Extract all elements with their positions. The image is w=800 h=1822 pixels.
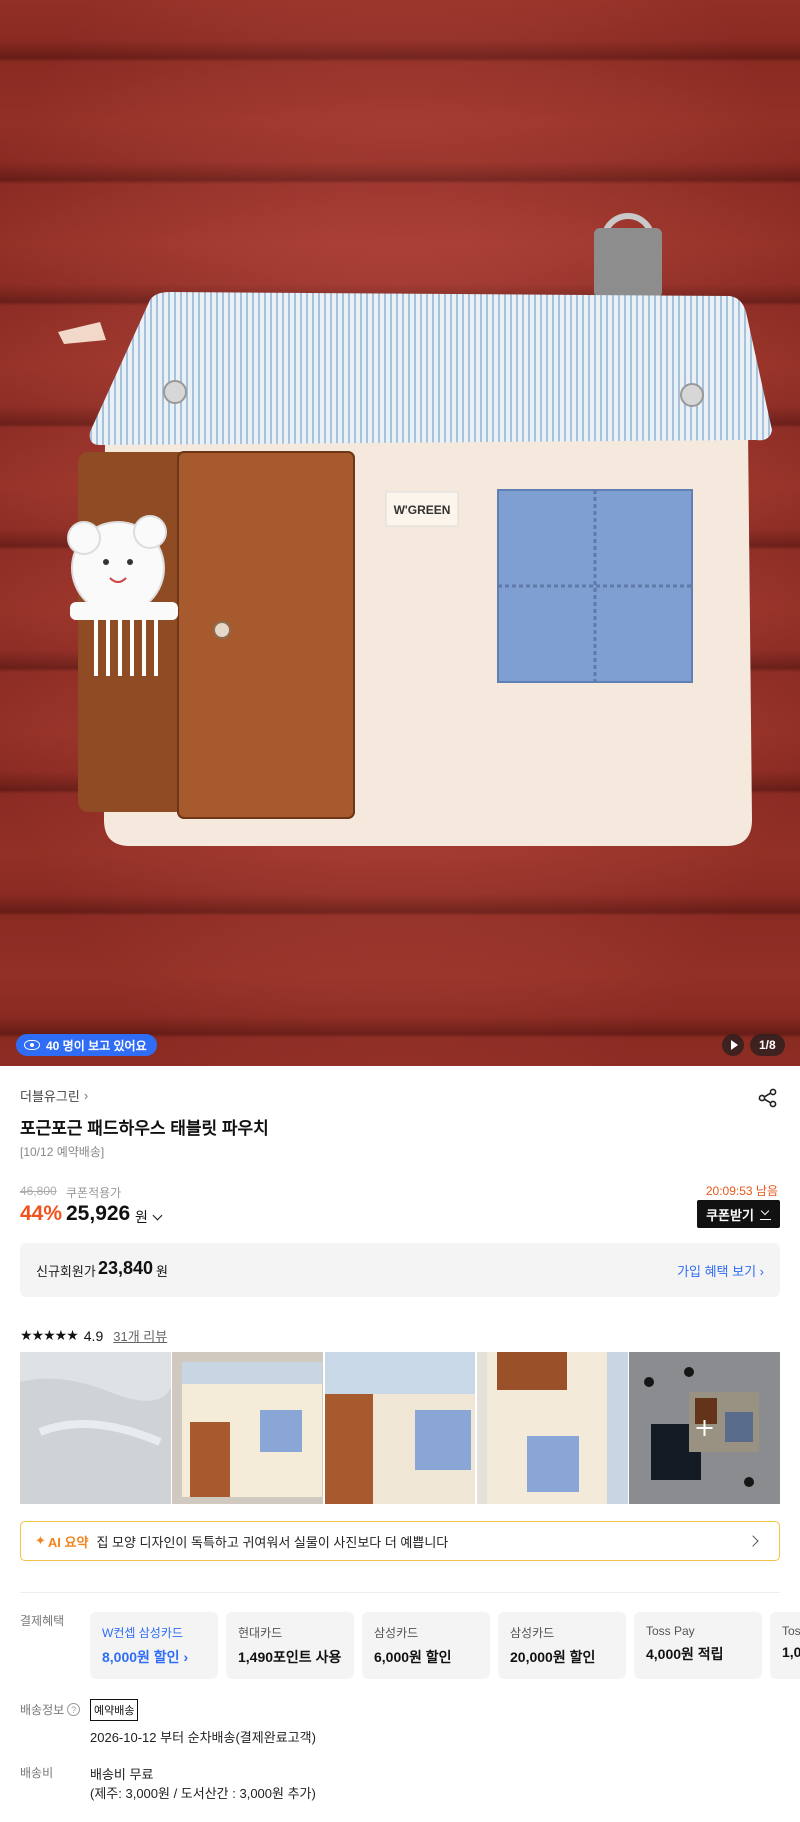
signup-benefits-link[interactable]: 가입 혜택 보기 › [677, 1261, 764, 1280]
review-photo[interactable] [172, 1352, 324, 1504]
brand-link[interactable]: 더블유그린 › [20, 1086, 88, 1105]
member-price-value: 23,840 [98, 1258, 154, 1278]
chevron-right-icon [747, 1535, 759, 1547]
discount-rate: 44% [20, 1202, 63, 1225]
play-slideshow-button[interactable] [722, 1034, 744, 1056]
currency-label: 원 [135, 1209, 148, 1225]
product-subtitle: [10/12 예약배송] [20, 1145, 105, 1159]
ai-summary-text: 집 모양 디자인이 독특하고 귀여워서 실물이 사진보다 더 예쁩니다 [96, 1534, 449, 1550]
preorder-badge: 예약배송 [90, 1699, 139, 1721]
coupon-button-label: 쿠폰받기 [706, 1207, 754, 1223]
card-benefit: 8,000원 할인 › [102, 1649, 189, 1665]
rating-row: ★★★★★ 4.9 31개 리뷰 [20, 1326, 167, 1345]
brand-name: 더블유그린 [20, 1089, 80, 1104]
viewers-badge: 40 명이 보고 있어요 [16, 1034, 157, 1056]
card-benefit: 4,000원 적립 [646, 1646, 724, 1662]
card-name: 삼성카드 [374, 1626, 419, 1640]
eye-icon [24, 1040, 40, 1050]
shipping-fee-extra: (제주: 3,000원 / 도서산간 : 3,000원 추가) [90, 1786, 316, 1801]
help-icon[interactable]: ? [67, 1703, 81, 1716]
original-price: 46,800 [20, 1184, 57, 1198]
coupon-price-note: 쿠폰적용가 [66, 1186, 122, 1200]
review-photo[interactable] [476, 1352, 628, 1504]
section-divider [20, 1592, 780, 1593]
shipping-fee-label: 배송비 [20, 1766, 54, 1780]
download-icon [759, 1208, 771, 1220]
card-benefit: 20,000원 할인 [510, 1649, 596, 1665]
final-price: 25,926 [66, 1202, 131, 1225]
price-detail-toggle[interactable]: 원 [135, 1207, 163, 1227]
member-currency: 원 [156, 1264, 168, 1279]
card-name: Toss Pay [646, 1624, 695, 1638]
review-photo[interactable] [20, 1352, 171, 1504]
card-name: 현대카드 [238, 1626, 283, 1640]
card-name: 삼성카드 [510, 1626, 555, 1640]
payment-card[interactable]: Toss 1,00 [770, 1612, 800, 1679]
viewers-text: 40 명이 보고 있어요 [46, 1038, 147, 1053]
ai-summary-label: AI 요약 [47, 1534, 89, 1550]
payment-card[interactable]: Toss Pay 4,000원 적립 [634, 1612, 762, 1679]
card-benefit: 6,000원 할인 [374, 1649, 452, 1665]
rating-value: 4.9 [83, 1327, 104, 1344]
review-photo-strip [20, 1352, 780, 1504]
new-member-price-box: 신규회원가 23,840 원 가입 혜택 보기 › [20, 1243, 780, 1297]
pouch-label-text: W'GREEN [394, 503, 451, 517]
chevron-down-icon [152, 1210, 163, 1220]
product-title: 포근포근 패드하우스 태블릿 파우치 [20, 1119, 269, 1138]
card-name: Toss [782, 1624, 800, 1638]
payment-card[interactable]: 삼성카드 20,000원 할인 [498, 1612, 626, 1679]
share-icon[interactable] [756, 1086, 780, 1110]
shipping-info-label: 배송정보 ? [20, 1701, 81, 1718]
review-photo[interactable] [324, 1352, 476, 1504]
countdown-timer: 20:09:53 남음 [705, 1184, 778, 1198]
payment-benefits-label: 결제혜택 [20, 1614, 65, 1628]
image-counter: 1/8 [750, 1034, 785, 1056]
coupon-download-button[interactable]: 쿠폰받기 [697, 1200, 780, 1228]
member-price-label: 신규회원가 [36, 1264, 96, 1279]
review-count-link[interactable]: 31개 리뷰 [113, 1326, 167, 1345]
chevron-right-icon: › [83, 1088, 89, 1103]
payment-card[interactable]: 삼성카드 6,000원 할인 [362, 1612, 490, 1679]
shipping-date: 2026-10-12 부터 순차배송(결제완료고객) [90, 1730, 316, 1745]
review-photo-more[interactable] [629, 1352, 780, 1504]
star-rating-icons: ★★★★★ [20, 1327, 79, 1343]
ai-summary-box[interactable]: ✦ AI 요약 집 모양 디자인이 독특하고 귀여워서 실물이 사진보다 더 예… [20, 1521, 780, 1561]
shipping-label-text: 배송정보 [20, 1703, 65, 1717]
card-benefit: 1,00 [782, 1644, 800, 1660]
pouch-illustration: W'GREEN [58, 213, 772, 846]
sparkle-icon: ✦ [35, 1533, 46, 1548]
shipping-fee-value: 배송비 무료 [90, 1767, 154, 1782]
card-name: W컨셉 삼성카드 [102, 1626, 183, 1640]
payment-card[interactable]: W컨셉 삼성카드 8,000원 할인 › [90, 1612, 218, 1679]
product-hero-image[interactable]: W'GREEN 40 명이 보고 있어요 1/8 [0, 0, 800, 1066]
payment-benefit-cards: W컨셉 삼성카드 8,000원 할인 › 현대카드 1,490포인트 사용 삼성… [90, 1612, 800, 1679]
payment-card[interactable]: 현대카드 1,490포인트 사용 [226, 1612, 354, 1679]
card-benefit: 1,490포인트 사용 [238, 1649, 342, 1665]
